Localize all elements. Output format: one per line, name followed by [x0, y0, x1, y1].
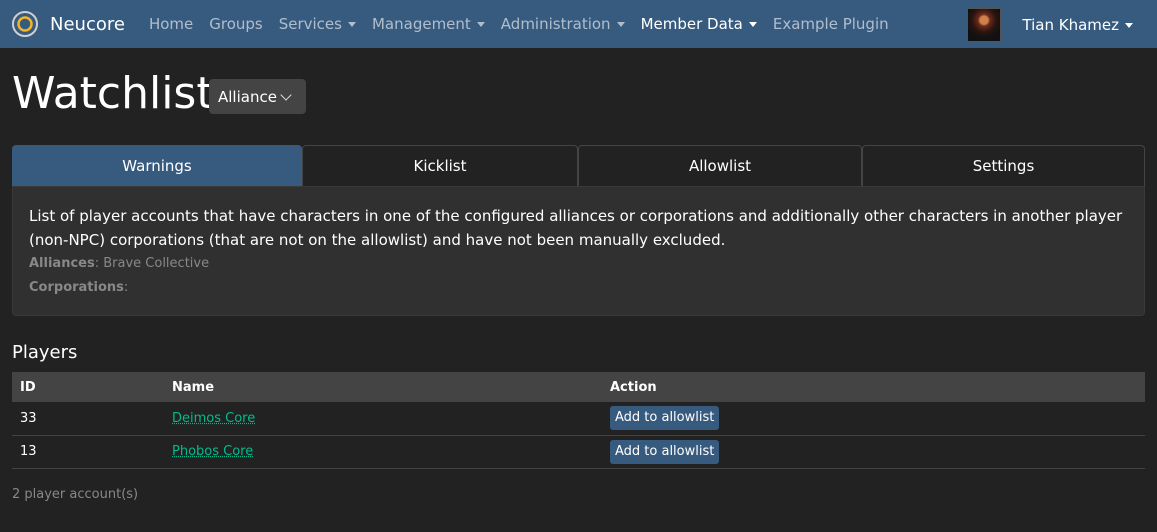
nav-member-data-label: Member Data — [640, 15, 743, 33]
page-title: Watchlist — [12, 68, 214, 119]
user-name: Tian Khamez — [1022, 16, 1119, 34]
player-id: 33 — [20, 410, 37, 426]
player-name-cell: Phobos Core — [164, 435, 602, 468]
nav-services[interactable]: Services — [271, 15, 364, 33]
nav-groups[interactable]: Groups — [201, 15, 270, 33]
brand[interactable]: Neucore — [11, 10, 125, 38]
tab-allowlist[interactable]: Allowlist — [578, 145, 862, 186]
tab-settings[interactable]: Settings — [862, 145, 1145, 186]
nav-example-plugin-label: Example Plugin — [772, 15, 889, 33]
caret-down-icon — [347, 21, 356, 27]
description-text: List of player accounts that have charac… — [29, 207, 1123, 249]
tab-warnings-label: Warnings — [122, 157, 192, 175]
user-dropdown[interactable]: Tian Khamez — [1022, 16, 1133, 34]
corporations-line: Corporations: — [29, 280, 129, 295]
main-nav: Home Groups Services Management Administ… — [141, 15, 897, 33]
nav-home[interactable]: Home — [141, 15, 201, 33]
tab-warnings[interactable]: Warnings — [12, 145, 302, 186]
corporations-label: Corporations — [29, 280, 124, 295]
caret-down-icon — [1125, 22, 1133, 28]
avatar — [967, 8, 1002, 42]
alliances-label: Alliances — [29, 256, 95, 271]
nav-management-label: Management — [371, 15, 471, 33]
top-navbar: Neucore Home Groups Services Management … — [0, 0, 1157, 48]
alliances-line: Alliances: Brave Collective — [29, 256, 210, 271]
table-row: 13 Phobos Core Add to allowlist — [12, 435, 1145, 468]
brand-name: Neucore — [50, 13, 125, 35]
nav-administration-label: Administration — [500, 15, 611, 33]
caret-down-icon — [616, 21, 625, 27]
column-header-name: Name — [172, 379, 215, 395]
add-to-allowlist-button[interactable]: Add to allowlist — [610, 406, 720, 431]
nav-administration[interactable]: Administration — [493, 15, 633, 33]
info-panel: List of player accounts that have charac… — [12, 186, 1145, 316]
caret-down-icon — [748, 21, 757, 27]
player-action-cell: Add to allowlist — [602, 402, 1145, 435]
tab-kicklist[interactable]: Kicklist — [302, 145, 578, 186]
player-link[interactable]: Phobos Core — [172, 444, 253, 459]
column-header-id: ID — [20, 379, 36, 395]
player-count: 2 player account(s) — [12, 487, 139, 502]
watchlist-tabs: Warnings Kicklist Allowlist Settings — [12, 145, 1145, 186]
column-header-action: Action — [610, 379, 657, 395]
player-id: 13 — [20, 444, 37, 459]
nav-management[interactable]: Management — [364, 15, 493, 33]
tab-kicklist-label: Kicklist — [413, 157, 467, 175]
tab-settings-label: Settings — [972, 157, 1035, 175]
table-row: 33 Deimos Core Add to allowlist — [12, 402, 1145, 435]
nav-groups-label: Groups — [209, 15, 263, 33]
watchlist-select[interactable]: Alliance — [209, 79, 306, 114]
neucore-logo-icon — [12, 11, 38, 37]
nav-example-plugin[interactable]: Example Plugin — [765, 15, 897, 33]
player-action-cell: Add to allowlist — [602, 435, 1145, 468]
add-to-allowlist-button[interactable]: Add to allowlist — [610, 439, 720, 464]
table-header-row: ID Name Action — [12, 372, 1145, 402]
user-menu: Tian Khamez — [967, 8, 1133, 42]
watchlist-select-value: Alliance — [218, 87, 277, 106]
nav-member-data[interactable]: Member Data — [633, 15, 765, 33]
players-heading: Players — [12, 342, 78, 363]
player-link[interactable]: Deimos Core — [172, 411, 255, 426]
players-table: ID Name Action 33 Deimos Core Add to all… — [12, 372, 1145, 469]
chevron-down-icon — [280, 89, 292, 101]
nav-home-label: Home — [148, 15, 194, 33]
caret-down-icon — [476, 21, 485, 27]
tab-allowlist-label: Allowlist — [688, 157, 752, 175]
nav-services-label: Services — [278, 15, 342, 33]
alliances-value: Brave Collective — [103, 256, 210, 271]
player-name-cell: Deimos Core — [164, 402, 602, 435]
